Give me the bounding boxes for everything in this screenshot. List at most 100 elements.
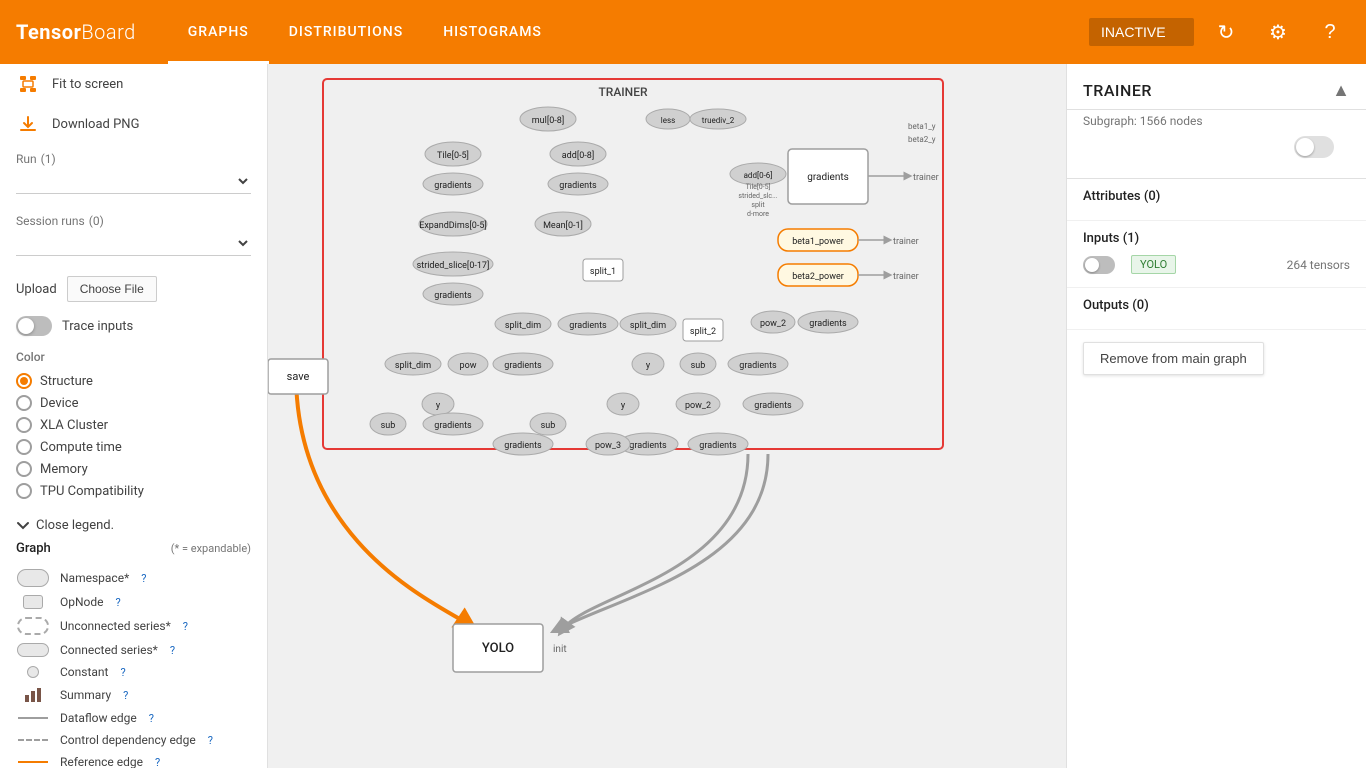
- color-section: Color Structure Device XLA Cluster Compu…: [0, 342, 267, 510]
- upload-label: Upload: [16, 282, 57, 297]
- input-row: YOLO 264 tensors: [1083, 252, 1350, 277]
- namespace-label: Namespace*: [60, 571, 129, 585]
- svg-text:save: save: [287, 370, 310, 383]
- trace-inputs-row: Trace inputs: [0, 310, 267, 342]
- svg-text:sub: sub: [381, 421, 396, 431]
- svg-text:d-more: d-more: [747, 210, 769, 218]
- svg-text:y: y: [646, 361, 651, 371]
- settings-button[interactable]: ⚙: [1258, 12, 1298, 52]
- right-panel: TRAINER ▲ Subgraph: 1566 nodes Attribute…: [1066, 64, 1366, 768]
- header-right: INACTIVE ↻ ⚙ ?: [1089, 12, 1350, 52]
- panel-mini-toggle[interactable]: [1294, 136, 1334, 158]
- reference-edge-help-link[interactable]: ?: [155, 756, 160, 768]
- summary-help-link[interactable]: ?: [123, 689, 128, 702]
- color-option-device[interactable]: Device: [16, 392, 251, 414]
- color-option-structure[interactable]: Structure: [16, 370, 251, 392]
- right-panel-header: TRAINER ▲: [1067, 64, 1366, 110]
- connected-series-icon: [16, 643, 50, 657]
- dataflow-edge-help-link[interactable]: ?: [149, 712, 154, 725]
- svg-text:less: less: [661, 116, 675, 125]
- opnode-icon: [16, 595, 50, 609]
- radio-tpu-label: TPU Compatibility: [40, 484, 144, 499]
- opnode-help-link[interactable]: ?: [116, 596, 121, 609]
- mini-toggle-knob: [1296, 138, 1314, 156]
- radio-tpu[interactable]: [16, 483, 32, 499]
- radio-compute[interactable]: [16, 439, 32, 455]
- radio-device-label: Device: [40, 396, 79, 411]
- run-select[interactable]: [16, 168, 251, 194]
- session-runs-select[interactable]: [16, 230, 251, 256]
- session-runs-label: Session runs: [16, 214, 85, 228]
- control-dep-help-link[interactable]: ?: [208, 734, 213, 747]
- svg-text:gradients: gradients: [754, 401, 792, 411]
- close-legend-btn[interactable]: Close legend.: [16, 518, 251, 533]
- fit-to-screen-label: Fit to screen: [52, 77, 123, 92]
- summary-label: Summary: [60, 688, 111, 702]
- unconnected-series-help-link[interactable]: ?: [183, 620, 188, 633]
- upload-section: Upload Choose File: [0, 268, 267, 310]
- reference-edge-label: Reference edge: [60, 755, 143, 768]
- svg-text:beta1_power: beta1_power: [792, 237, 844, 247]
- svg-text:beta2_y: beta2_y: [908, 135, 936, 144]
- legend-opnode: OpNode ?: [16, 591, 251, 613]
- radio-xla[interactable]: [16, 417, 32, 433]
- help-button[interactable]: ?: [1310, 12, 1350, 52]
- inputs-title: Inputs (1): [1083, 231, 1350, 246]
- session-runs-section: Session runs (0): [0, 206, 267, 268]
- attributes-section: Attributes (0): [1067, 179, 1366, 221]
- radio-memory[interactable]: [16, 461, 32, 477]
- namespace-icon: [16, 569, 50, 587]
- radio-device[interactable]: [16, 395, 32, 411]
- color-option-compute[interactable]: Compute time: [16, 436, 251, 458]
- input-toggle[interactable]: [1083, 256, 1115, 274]
- svg-text:mul[0-8]: mul[0-8]: [532, 116, 564, 126]
- session-status-select[interactable]: INACTIVE: [1089, 18, 1194, 46]
- reference-edge-icon: [16, 761, 50, 763]
- inputs-section: Inputs (1) YOLO 264 tensors: [1067, 221, 1366, 288]
- connected-series-label: Connected series*: [60, 643, 158, 657]
- svg-text:pow_2: pow_2: [685, 401, 711, 411]
- tab-histograms[interactable]: HISTOGRAMS: [423, 0, 562, 64]
- svg-text:gradients: gradients: [504, 441, 542, 451]
- yolo-badge: YOLO: [1131, 255, 1176, 274]
- trace-inputs-toggle[interactable]: [16, 316, 52, 336]
- refresh-button[interactable]: ↻: [1206, 12, 1246, 52]
- legend-dataflow-edge: Dataflow edge ?: [16, 707, 251, 729]
- radio-structure[interactable]: [16, 373, 32, 389]
- radio-compute-label: Compute time: [40, 440, 122, 455]
- connected-series-help-link[interactable]: ?: [170, 644, 175, 657]
- constant-icon: [16, 666, 50, 678]
- outputs-section: Outputs (0): [1067, 288, 1366, 330]
- refresh-icon: ↻: [1218, 20, 1235, 45]
- remove-from-main-graph-button[interactable]: Remove from main graph: [1083, 342, 1264, 375]
- constant-help-link[interactable]: ?: [120, 666, 125, 679]
- run-count: (1): [41, 152, 56, 166]
- legend-section: Close legend. Graph (* = expandable) Nam…: [0, 510, 267, 768]
- svg-text:pow_3: pow_3: [595, 441, 621, 451]
- svg-text:split_1: split_1: [590, 267, 616, 277]
- svg-text:gradients: gradients: [569, 321, 607, 331]
- choose-file-button[interactable]: Choose File: [67, 276, 157, 302]
- constant-label: Constant: [60, 665, 108, 679]
- svg-text:split_2: split_2: [690, 327, 716, 337]
- tab-distributions[interactable]: DISTRIBUTIONS: [269, 0, 423, 64]
- legend-namespace: Namespace* ?: [16, 565, 251, 591]
- collapse-panel-button[interactable]: ▲: [1332, 80, 1350, 101]
- run-section: Run (1): [0, 144, 267, 206]
- fit-to-screen-action[interactable]: Fit to screen: [0, 64, 267, 104]
- svg-text:Mean[0-1]: Mean[0-1]: [543, 221, 583, 231]
- fit-to-screen-icon: [16, 72, 40, 96]
- color-option-tpu[interactable]: TPU Compatibility: [16, 480, 251, 502]
- unconnected-series-label: Unconnected series*: [60, 619, 171, 633]
- color-option-memory[interactable]: Memory: [16, 458, 251, 480]
- namespace-help-link[interactable]: ?: [141, 572, 146, 585]
- svg-text:split_dim: split_dim: [630, 321, 666, 331]
- download-png-action[interactable]: Download PNG: [0, 104, 267, 144]
- gear-icon: ⚙: [1269, 20, 1287, 45]
- control-dep-edge-icon: [16, 739, 50, 741]
- tab-graphs[interactable]: GRAPHS: [168, 0, 269, 64]
- svg-text:beta1_y: beta1_y: [908, 122, 936, 131]
- color-option-xla[interactable]: XLA Cluster: [16, 414, 251, 436]
- right-panel-title: TRAINER: [1083, 81, 1152, 100]
- legend-control-dep-edge: Control dependency edge ?: [16, 729, 251, 751]
